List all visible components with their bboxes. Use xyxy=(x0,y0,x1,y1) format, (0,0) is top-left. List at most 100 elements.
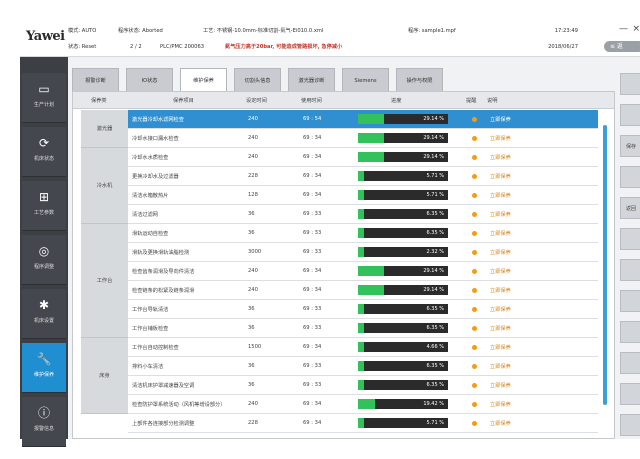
side-action-button[interactable] xyxy=(620,73,640,95)
table-row[interactable]: 清洁水箱散热片 128 69 : 34 5.71 % 立即保养 xyxy=(128,186,598,205)
reminder-dot-icon xyxy=(472,155,477,160)
tab-4[interactable]: 激光器诊断 xyxy=(288,68,335,92)
side-action-button[interactable] xyxy=(620,321,640,343)
used-time-value: 69 : 34 xyxy=(303,268,322,274)
info-icon: ⓘ xyxy=(37,406,50,420)
tab-0[interactable]: 报警诊断 xyxy=(72,68,119,92)
program-file-info: 程序: sample1.mpf xyxy=(408,28,456,34)
set-time-value: 240 xyxy=(248,116,258,122)
table-row[interactable]: 工作台铺板检查 36 69 : 33 6.35 % 立即保养 xyxy=(128,319,598,338)
progress-bar: 29.14 % xyxy=(358,152,448,162)
table-row[interactable]: 排料小车清洁 36 69 : 33 6.35 % 立即保养 xyxy=(128,357,598,376)
maintenance-status: 立即保养 xyxy=(490,326,511,332)
progress-bar: 2.32 % xyxy=(358,247,448,257)
progress-bar: 6.35 % xyxy=(358,228,448,238)
status-info: 状态: Reset xyxy=(68,44,97,50)
progress-fill xyxy=(358,190,364,200)
side-action-button[interactable] xyxy=(620,259,640,281)
sidebar-item-3[interactable]: ◎ 程序调整 xyxy=(22,235,66,285)
used-time-value: 69 : 33 xyxy=(303,325,322,331)
set-time-value: 128 xyxy=(248,192,258,198)
maintenance-item-name: 工作台铺板检查 xyxy=(132,326,169,332)
progress-bar: 29.14 % xyxy=(358,114,448,124)
reminder-dot-icon xyxy=(472,174,477,179)
used-time-value: 69 : 34 xyxy=(303,344,322,350)
maintenance-item-name: 工作台自动控制检查 xyxy=(132,345,179,351)
maintenance-status: 立即保养 xyxy=(490,193,511,199)
table-row[interactable]: 检查链条的松紧及链条润滑 240 69 : 34 29.14 % 立即保养 xyxy=(128,281,598,300)
minimize-button[interactable]: — xyxy=(619,24,628,34)
side-action-button[interactable]: 保存 xyxy=(620,135,640,157)
side-action-button[interactable] xyxy=(620,414,640,436)
progress-bar: 29.14 % xyxy=(358,266,448,276)
table-row[interactable]: 工作台自动控制检查 1500 69 : 34 4.66 % 立即保养 xyxy=(128,338,598,357)
side-action-button[interactable] xyxy=(620,383,640,405)
used-time-value: 69 : 33 xyxy=(303,306,322,312)
brand-logo: Yawei xyxy=(26,29,65,44)
sidebar-item-2[interactable]: ⊞ 工艺参数 xyxy=(22,181,66,231)
side-action-button[interactable] xyxy=(620,228,640,250)
table-row[interactable]: 更换冷却水及过滤器 228 69 : 34 5.71 % 立即保养 xyxy=(128,167,598,186)
progress-fill xyxy=(358,114,385,124)
clock-date: 2018/06/27 xyxy=(548,44,578,50)
table-row[interactable]: 冷却水水质检查 240 69 : 34 29.14 % 立即保养 xyxy=(128,148,598,167)
progress-percent: 4.66 % xyxy=(426,344,444,350)
table-row[interactable]: 工作台导轨清洁 36 69 : 33 6.35 % 立即保养 xyxy=(128,300,598,319)
close-button[interactable]: × xyxy=(632,24,640,34)
table-row[interactable]: 清洁过滤网 36 69 : 33 6.35 % 立即保养 xyxy=(128,205,598,224)
sidebar-item-1[interactable]: ⟳ 机床状态 xyxy=(22,127,66,177)
set-time-value: 240 xyxy=(248,154,258,160)
maintenance-item-name: 更换冷却水及过滤器 xyxy=(132,174,179,180)
progress-bar: 29.14 % xyxy=(358,285,448,295)
sidebar-item-5[interactable]: 🔧 维护保养 xyxy=(22,343,66,393)
progress-percent: 6.35 % xyxy=(426,211,444,217)
reminder-dot-icon xyxy=(472,231,477,236)
sidebar-item-4[interactable]: ✱ 机床设置 xyxy=(22,289,66,339)
maintenance-status: 立即保养 xyxy=(490,212,511,218)
table-row[interactable]: 清洁机床护罩减速器及空调 36 69 : 33 6.35 % 立即保养 xyxy=(128,376,598,395)
wrench-icon: 🔧 xyxy=(36,352,52,366)
maintenance-item-name: 滑轨运动自检查 xyxy=(132,231,169,237)
used-time-value: 69 : 33 xyxy=(303,211,322,217)
maintenance-status: 立即保养 xyxy=(490,288,511,294)
sidebar-item-6[interactable]: ⓘ 报警信息 xyxy=(22,397,66,447)
used-time-value: 69 : 34 xyxy=(303,154,322,160)
used-time-value: 69 : 34 xyxy=(303,192,322,198)
table-row[interactable]: 检查齿条润滑及导向件清洁 240 69 : 34 29.14 % 立即保养 xyxy=(128,262,598,281)
table-row[interactable]: 激光器冷却水滤网检查 240 69 : 54 29.14 % 立即保养 xyxy=(128,110,598,129)
table-row[interactable]: 冷却水接口漏水检查 240 69 : 34 29.14 % 立即保养 xyxy=(128,129,598,148)
col-header-category: 保养类 xyxy=(91,98,107,104)
maintenance-item-name: 清洁过滤网 xyxy=(132,212,158,218)
side-action-button[interactable]: 返回 xyxy=(620,197,640,219)
table-row[interactable]: 检查防护罩系统活动（风机等增设部分） 240 69 : 34 19.42 % 立即保养 xyxy=(128,395,598,414)
table-scrollbar[interactable] xyxy=(603,125,607,405)
side-action-button[interactable] xyxy=(620,290,640,312)
table-row[interactable]: 上部件各连接部分检测调整 228 69 : 34 5.71 % 立即保养 xyxy=(128,414,598,433)
tab-2[interactable]: 维护保养 xyxy=(180,68,227,92)
reminder-dot-icon xyxy=(472,117,477,122)
side-action-button[interactable] xyxy=(620,352,640,374)
tab-3[interactable]: 切割头信息 xyxy=(234,68,281,92)
progress-bar: 5.71 % xyxy=(358,418,448,428)
used-time-value: 69 : 34 xyxy=(303,287,322,293)
reminder-dot-icon xyxy=(472,288,477,293)
col-header-note: 说明 xyxy=(487,98,498,104)
process-info: 工艺: 不锈钢-10.0mm-标准切割-氮气-Ei010.0.xml xyxy=(203,28,324,34)
side-action-button[interactable] xyxy=(620,104,640,126)
tab-6[interactable]: 操作与权限 xyxy=(396,68,443,92)
maintenance-item-name: 滑轨及更换滑轨油脂检测 xyxy=(132,250,190,256)
side-action-button[interactable] xyxy=(620,166,640,188)
group-cell: 冷水机 xyxy=(81,148,128,224)
tab-5[interactable]: Siemens xyxy=(342,68,389,92)
maintenance-item-name: 清洁水箱散热片 xyxy=(132,193,169,199)
used-time-value: 69 : 54 xyxy=(303,116,322,122)
refresh-icon: ⟳ xyxy=(38,136,50,150)
back-button[interactable]: ≤ 返 xyxy=(604,41,640,52)
sidebar-item-0[interactable]: ▭ 生产计划 xyxy=(22,73,66,123)
sidebar-item-label: 生产计划 xyxy=(33,102,54,108)
table-row[interactable]: 滑轨及更换滑轨油脂检测 3000 69 : 33 2.32 % 立即保养 xyxy=(128,243,598,262)
sidebar-item-label: 报警信息 xyxy=(33,426,54,432)
progress-bar: 6.35 % xyxy=(358,209,448,219)
table-row[interactable]: 滑轨运动自检查 36 69 : 33 6.35 % 立即保养 xyxy=(128,224,598,243)
tab-1[interactable]: IO状态 xyxy=(126,68,173,92)
